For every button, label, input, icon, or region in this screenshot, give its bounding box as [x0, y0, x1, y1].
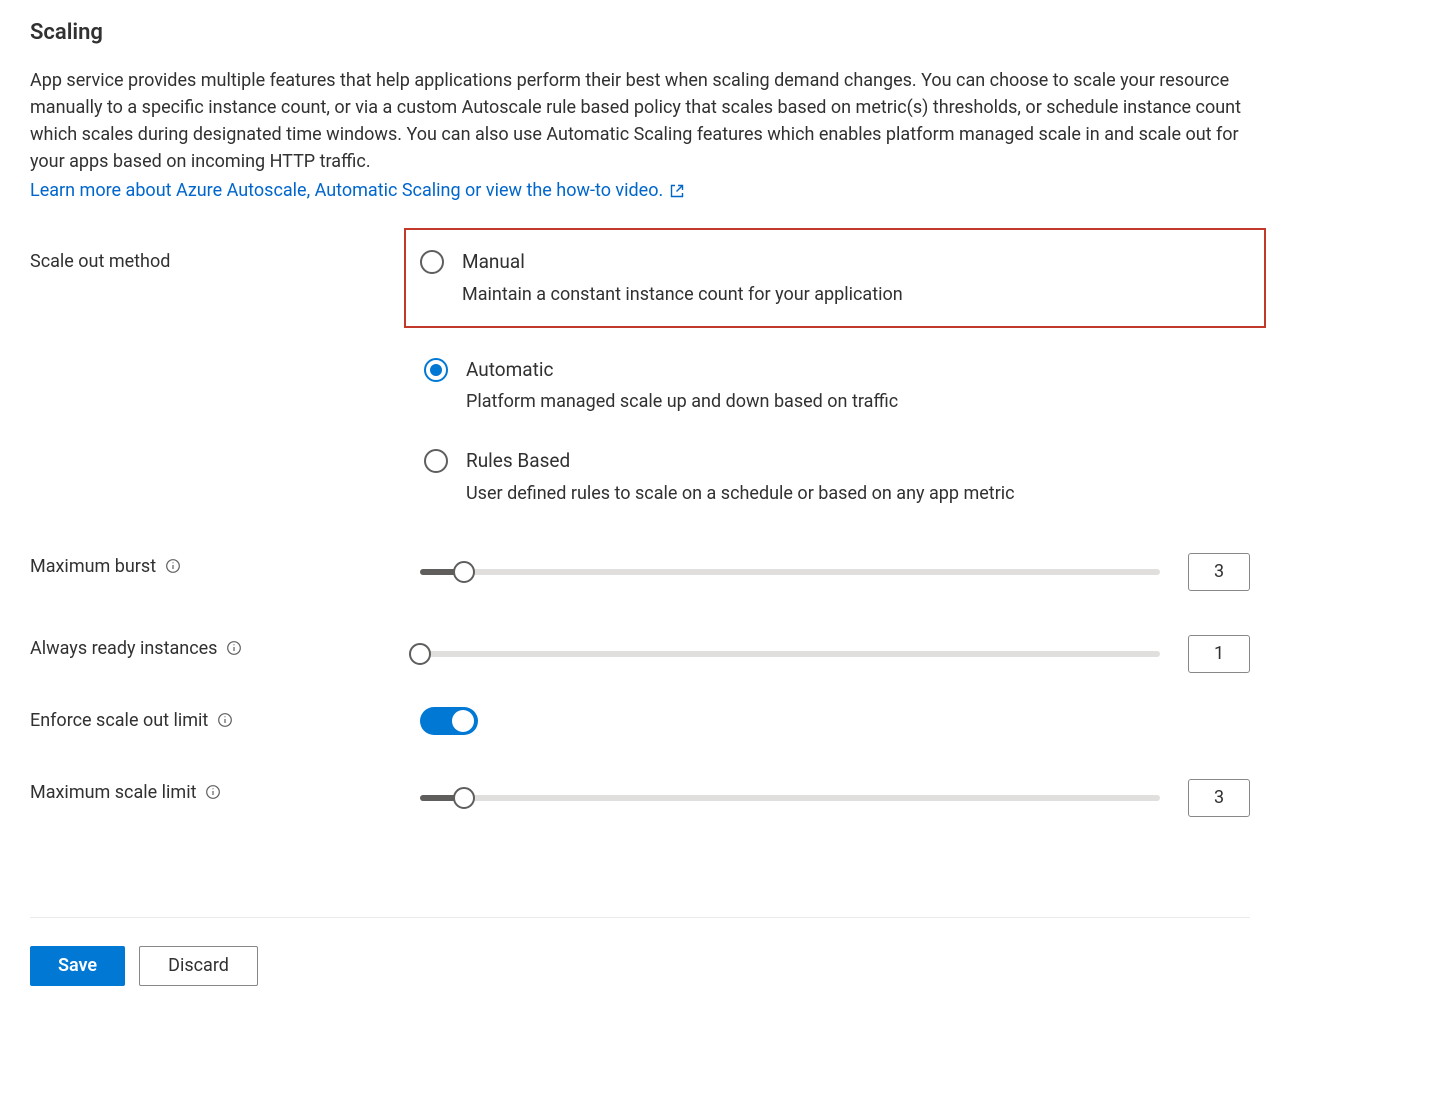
max-scale-limit-label: Maximum scale limit: [30, 779, 196, 806]
scale-out-method-radio-group: Manual Maintain a constant instance coun…: [420, 248, 1250, 509]
maximum-burst-label: Maximum burst: [30, 553, 156, 580]
maximum-burst-slider[interactable]: [420, 560, 1160, 584]
save-button[interactable]: Save: [30, 946, 125, 986]
info-icon[interactable]: [225, 639, 243, 657]
info-icon[interactable]: [164, 557, 182, 575]
radio-manual[interactable]: Manual Maintain a constant instance coun…: [406, 230, 1264, 326]
radio-circle-icon: [424, 358, 448, 382]
radio-rules-based[interactable]: Rules Based User defined rules to scale …: [420, 445, 1250, 509]
radio-rules-title: Rules Based: [466, 447, 1015, 476]
slider-thumb-icon: [453, 561, 475, 583]
radio-automatic[interactable]: Automatic Platform managed scale up and …: [420, 354, 1250, 418]
radio-automatic-desc: Platform managed scale up and down based…: [466, 388, 898, 415]
scale-out-method-label: Scale out method: [30, 248, 170, 275]
slider-thumb-icon: [453, 787, 475, 809]
intro-text: App service provides multiple features t…: [30, 67, 1250, 175]
discard-button[interactable]: Discard: [139, 946, 258, 986]
radio-manual-title: Manual: [462, 248, 903, 277]
enforce-limit-toggle[interactable]: [420, 707, 478, 735]
radio-automatic-title: Automatic: [466, 356, 898, 385]
max-scale-limit-slider[interactable]: [420, 786, 1160, 810]
info-icon[interactable]: [204, 783, 222, 801]
external-link-icon: [669, 183, 685, 199]
learn-more-link[interactable]: Learn more about Azure Autoscale, Automa…: [30, 177, 685, 204]
radio-rules-desc: User defined rules to scale on a schedul…: [466, 480, 1015, 507]
footer-actions: Save Discard: [30, 917, 1250, 986]
info-icon[interactable]: [216, 711, 234, 729]
toggle-knob-icon: [452, 710, 474, 732]
always-ready-input[interactable]: 1: [1188, 635, 1250, 673]
learn-more-label: Learn more about Azure Autoscale, Automa…: [30, 177, 663, 204]
always-ready-label: Always ready instances: [30, 635, 217, 662]
section-title: Scaling: [30, 16, 1250, 49]
radio-circle-icon: [424, 449, 448, 473]
max-scale-limit-input[interactable]: 3: [1188, 779, 1250, 817]
maximum-burst-input[interactable]: 3: [1188, 553, 1250, 591]
enforce-limit-label: Enforce scale out limit: [30, 707, 208, 734]
slider-thumb-icon: [409, 643, 431, 665]
always-ready-slider[interactable]: [420, 642, 1160, 666]
radio-circle-icon: [420, 250, 444, 274]
radio-manual-desc: Maintain a constant instance count for y…: [462, 281, 903, 308]
